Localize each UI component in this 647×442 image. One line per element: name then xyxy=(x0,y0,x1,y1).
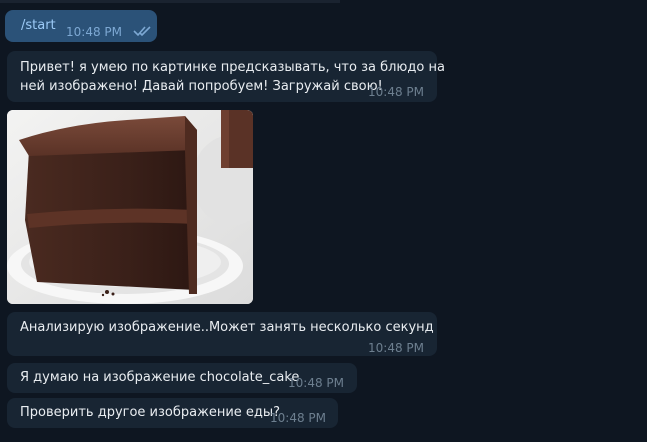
message-text: Я думаю на изображение chocolate_cake xyxy=(20,370,300,385)
message-text: /start xyxy=(21,18,56,33)
double-check-icon xyxy=(133,26,151,37)
message-time: 10:48 PM xyxy=(368,341,424,355)
message-question[interactable]: Проверить другое изображение еды? 10:48 … xyxy=(7,398,338,428)
message-prediction[interactable]: Я думаю на изображение chocolate_cake 10… xyxy=(7,363,357,393)
message-time: 10:48 PM xyxy=(66,25,122,39)
message-time: 10:48 PM xyxy=(270,411,326,425)
previous-message-edge xyxy=(0,0,340,3)
message-text-line-1: Привет! я умею по картинке предсказывать… xyxy=(20,60,445,75)
chat-view: /start 10:48 PM Привет! я умею по картин… xyxy=(0,0,647,442)
chocolate-cake-image xyxy=(7,110,253,304)
message-analyzing[interactable]: Анализирую изображение..Может занять нес… xyxy=(7,312,437,356)
message-time: 10:48 PM xyxy=(368,85,424,99)
photo-chocolate-cake[interactable] xyxy=(7,110,253,304)
message-time: 10:48 PM xyxy=(288,376,344,390)
message-greeting[interactable]: Привет! я умею по картинке предсказывать… xyxy=(7,51,445,102)
message-text: Проверить другое изображение еды? xyxy=(20,405,281,420)
message-text-line-2: ней изображено! Давай попробуем! Загружа… xyxy=(20,79,383,94)
message-text: Анализирую изображение..Может занять нес… xyxy=(20,320,434,335)
message-outgoing-start[interactable]: /start 10:48 PM xyxy=(5,10,157,42)
